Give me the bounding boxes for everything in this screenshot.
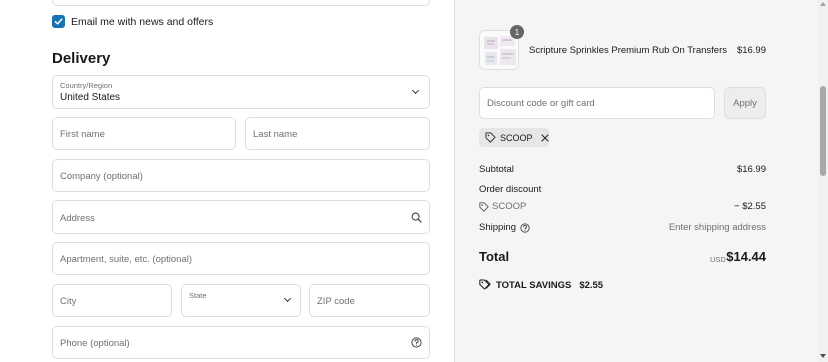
applied-code-label: SCOOP	[500, 132, 533, 143]
address-placeholder: Address	[60, 213, 95, 224]
tag-icon	[479, 201, 489, 212]
chevron-down-icon	[283, 294, 292, 303]
scroll-up-icon[interactable]	[820, 2, 826, 6]
quantity-badge: 1	[510, 25, 524, 39]
last-name-placeholder: Last name	[253, 129, 298, 140]
remove-discount-icon[interactable]	[540, 133, 549, 142]
phone-field[interactable]: Phone (optional)	[52, 326, 430, 359]
total-label: Total	[479, 249, 510, 264]
total-savings-value: $2.55	[579, 279, 604, 291]
address-field[interactable]: Address	[52, 200, 430, 234]
subtotal-value: $16.99	[736, 164, 766, 175]
city-placeholder: City	[60, 296, 77, 307]
email-news-label: Email me with news and offers	[71, 15, 214, 28]
checkout-form-panel: Email me with news and offers Delivery C…	[0, 0, 454, 362]
order-discount-value: − $2.55	[734, 201, 766, 212]
phone-placeholder: Phone (optional)	[60, 338, 130, 349]
help-icon[interactable]	[520, 222, 530, 233]
company-placeholder: Company (optional)	[60, 171, 143, 182]
discount-code-input[interactable]: Discount code or gift card	[479, 87, 715, 119]
zip-placeholder: ZIP code	[317, 296, 355, 307]
country-label: Country/Region	[60, 81, 113, 90]
total-savings: TOTAL SAVINGS $2.55	[479, 279, 603, 291]
subtotal-label: Subtotal	[479, 164, 514, 175]
total-currency: USD	[710, 255, 726, 264]
order-discount-code: SCOOP	[479, 201, 526, 212]
company-field[interactable]: Company (optional)	[52, 159, 430, 192]
state-label: State	[189, 291, 207, 300]
search-icon[interactable]	[411, 212, 422, 223]
delivery-title: Delivery	[52, 50, 111, 67]
scroll-thumb[interactable]	[820, 86, 826, 176]
chevron-down-icon	[411, 86, 420, 95]
order-discount-code-label: SCOOP	[492, 201, 527, 212]
shipping-label: Shipping	[479, 222, 516, 233]
apartment-field[interactable]: Apartment, suite, etc. (optional)	[52, 242, 430, 275]
tags-icon	[479, 279, 491, 290]
product-name: Scripture Sprinkles Premium Rub On Trans…	[529, 45, 727, 56]
email-news-checkbox[interactable]	[52, 15, 65, 28]
email-news-option[interactable]: Email me with news and offers	[52, 15, 213, 28]
total-amount: $14.44	[726, 249, 766, 264]
state-select[interactable]: State	[181, 284, 301, 317]
tag-icon	[485, 132, 496, 143]
scroll-down-icon[interactable]	[820, 354, 826, 358]
country-value: United States	[60, 92, 121, 103]
first-name-field[interactable]: First name	[52, 117, 236, 150]
page-scrollbar[interactable]	[818, 0, 828, 362]
total-savings-label: TOTAL SAVINGS	[496, 279, 572, 291]
shipping-value: Enter shipping address	[668, 222, 766, 233]
discount-placeholder: Discount code or gift card	[487, 98, 595, 109]
last-name-field[interactable]: Last name	[245, 117, 430, 150]
order-discount-label: Order discount	[479, 184, 542, 195]
apartment-placeholder: Apartment, suite, etc. (optional)	[60, 254, 193, 265]
applied-discount-chip: SCOOP	[479, 128, 549, 147]
apply-discount-button[interactable]: Apply	[724, 87, 766, 119]
product-price: $16.99	[736, 45, 766, 56]
checkmark-icon	[54, 18, 63, 25]
first-name-placeholder: First name	[60, 129, 105, 140]
shipping-row: Shipping	[479, 222, 530, 233]
help-icon[interactable]	[411, 337, 422, 348]
email-field[interactable]	[52, 0, 430, 6]
city-field[interactable]: City	[52, 284, 172, 317]
zip-field[interactable]: ZIP code	[309, 284, 430, 317]
country-select[interactable]: Country/Region United States	[52, 75, 430, 109]
